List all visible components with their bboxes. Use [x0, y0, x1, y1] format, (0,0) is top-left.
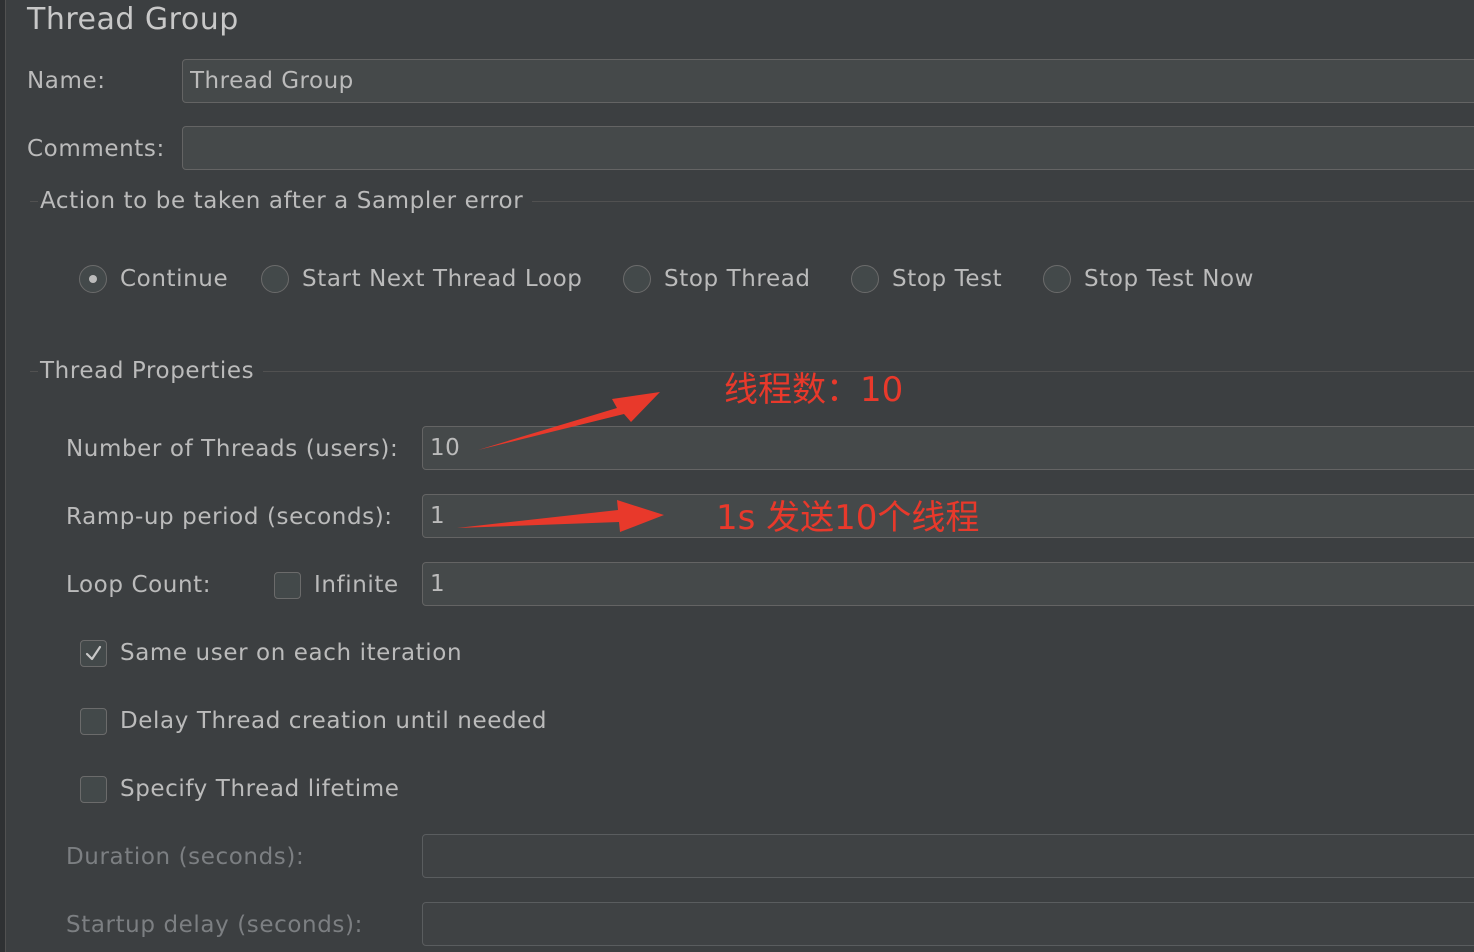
annotation-ramp-note: 1s 发送10个线程 — [716, 498, 980, 538]
annotation-threads-note: 线程数：10 — [724, 370, 904, 410]
annotation-arrow-threads — [478, 392, 660, 450]
annotation-arrows — [457, 392, 664, 532]
annotation-arrow-ramp — [457, 500, 664, 532]
